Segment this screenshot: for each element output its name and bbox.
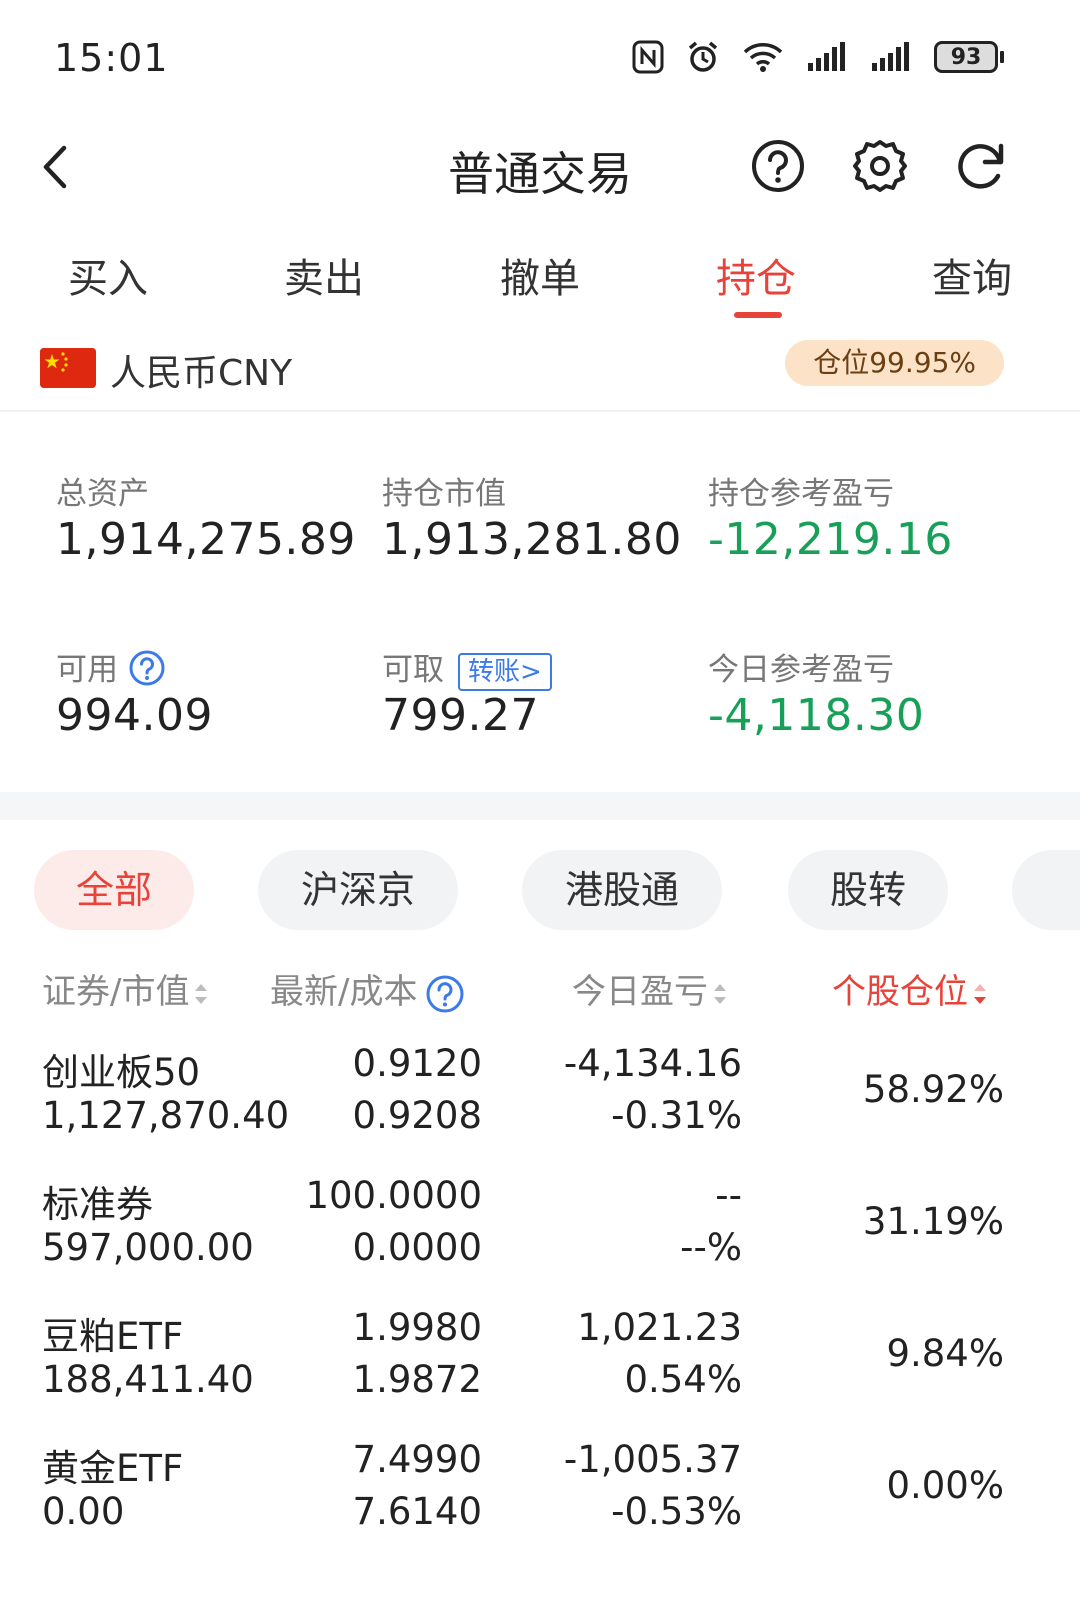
header-actions xyxy=(750,138,1010,198)
total-assets-label: 总资产 xyxy=(56,476,149,512)
withdrawable-value: 799.27 xyxy=(382,690,539,741)
security-name: 黄金ETF xyxy=(42,1447,184,1490)
signal-icon-1 xyxy=(808,42,845,71)
today-pl-percent: -0.53% xyxy=(611,1490,742,1533)
security-name: 豆粕ETF xyxy=(42,1315,184,1358)
position-badge: 仓位99.95% xyxy=(785,340,1004,386)
holding-pl-label: 持仓参考盈亏 xyxy=(708,476,894,512)
security-market-value: 0.00 xyxy=(42,1490,125,1533)
filter-more-partial[interactable] xyxy=(1012,850,1080,930)
help-button[interactable] xyxy=(750,138,806,198)
available-label-wrap: 可用 xyxy=(56,644,166,695)
refresh-icon xyxy=(958,143,1004,189)
question-icon xyxy=(752,140,804,192)
today-pl-amount: -4,134.16 xyxy=(563,1042,742,1085)
withdrawable-label-wrap: 可取 转账> xyxy=(382,644,552,691)
today-pl-amount: -1,005.37 xyxy=(563,1438,742,1481)
china-flag-icon xyxy=(40,348,96,388)
market-value-label: 持仓市值 xyxy=(382,476,506,512)
table-row[interactable]: 豆粕ETF 188,411.40 1.9980 1.9872 1,021.23 … xyxy=(0,1294,1080,1424)
latest-price: 0.9120 xyxy=(352,1042,482,1085)
today-pl-amount: 1,021.23 xyxy=(577,1306,742,1349)
latest-price: 1.9980 xyxy=(352,1306,482,1349)
question-circle-icon xyxy=(426,975,464,1012)
latest-price: 7.4990 xyxy=(352,1438,482,1481)
section-separator xyxy=(0,792,1080,820)
wifi-icon xyxy=(743,43,783,72)
divider xyxy=(0,410,1080,412)
today-pl-label: 今日参考盈亏 xyxy=(708,652,894,688)
table-row[interactable]: 黄金ETF 0.00 7.4990 7.6140 -1,005.37 -0.53… xyxy=(0,1426,1080,1556)
security-name: 标准券 xyxy=(42,1183,153,1226)
refresh-button[interactable] xyxy=(954,138,1010,198)
table-row[interactable]: 标准券 597,000.00 100.0000 0.0000 -- --% 31… xyxy=(0,1162,1080,1292)
today-pl-value: -4,118.30 xyxy=(708,690,925,741)
cost-price: 7.6140 xyxy=(352,1490,482,1533)
table-row[interactable]: 创业板50 1,127,870.40 0.9120 0.9208 -4,134.… xyxy=(0,1030,1080,1160)
available-value: 994.09 xyxy=(56,690,213,741)
alarm-icon xyxy=(688,41,718,72)
total-assets-value: 1,914,275.89 xyxy=(56,514,356,565)
security-name: 创业板50 xyxy=(42,1051,201,1094)
sort-icon xyxy=(195,983,208,1004)
position-weight: 31.19% xyxy=(862,1200,1004,1243)
filter-hk-connect[interactable]: 港股通 xyxy=(522,850,722,930)
filter-all[interactable]: 全部 xyxy=(34,850,194,930)
today-pl-percent: --% xyxy=(680,1226,742,1269)
tab-buy[interactable]: 买入 xyxy=(0,246,216,320)
latest-price: 100.0000 xyxy=(305,1174,482,1217)
col-today-pl[interactable]: 今日盈亏 xyxy=(572,964,728,1013)
currency-label[interactable]: 人民币CNY xyxy=(110,344,292,396)
sort-icon xyxy=(714,983,726,1004)
today-pl-amount: -- xyxy=(715,1174,742,1217)
today-pl-percent: -0.31% xyxy=(611,1094,742,1137)
status-icons: 93 xyxy=(632,40,1004,74)
gear-icon xyxy=(853,140,907,192)
today-pl-percent: 0.54% xyxy=(624,1358,742,1401)
col-weight-label: 个股仓位 xyxy=(832,972,968,1012)
withdrawable-label: 可取 xyxy=(382,652,444,688)
signal-icon-2 xyxy=(872,42,909,71)
settings-button[interactable] xyxy=(852,138,908,198)
tab-positions[interactable]: 持仓 xyxy=(648,246,864,320)
cost-price: 0.0000 xyxy=(352,1226,482,1269)
sort-desc-icon xyxy=(974,983,986,1004)
tab-query[interactable]: 查询 xyxy=(864,246,1080,320)
tab-sell[interactable]: 卖出 xyxy=(216,246,432,320)
position-weight: 58.92% xyxy=(862,1068,1004,1111)
position-weight: 9.84% xyxy=(886,1332,1004,1375)
col-latest-cost[interactable]: 最新/成本 xyxy=(270,964,465,1014)
available-label: 可用 xyxy=(56,652,118,688)
trade-tabs: 买入 卖出 撤单 持仓 查询 xyxy=(0,246,1080,320)
col-latest-cost-label: 最新/成本 xyxy=(270,972,418,1012)
transfer-button[interactable]: 转账> xyxy=(458,652,552,691)
tab-cancel[interactable]: 撤单 xyxy=(432,246,648,320)
col-weight[interactable]: 个股仓位 xyxy=(832,964,988,1013)
question-circle-icon xyxy=(129,650,165,685)
security-market-value: 1,127,870.40 xyxy=(42,1094,290,1137)
col-today-pl-label: 今日盈亏 xyxy=(572,972,708,1012)
nfc-icon xyxy=(632,40,664,74)
col-security[interactable]: 证券/市值 xyxy=(42,964,209,1013)
filter-nees[interactable]: 股转 xyxy=(788,850,948,930)
holding-pl-value: -12,219.16 xyxy=(708,514,953,565)
cost-price: 0.9208 xyxy=(352,1094,482,1137)
battery-level: 93 xyxy=(934,41,998,73)
cost-price: 1.9872 xyxy=(352,1358,482,1401)
market-value-value: 1,913,281.80 xyxy=(382,514,682,565)
battery-icon: 93 xyxy=(934,41,1004,73)
security-market-value: 597,000.00 xyxy=(42,1226,254,1269)
available-help-button[interactable] xyxy=(128,649,166,695)
status-time: 15:01 xyxy=(54,36,169,80)
position-weight: 0.00% xyxy=(886,1464,1004,1507)
col-security-label: 证券/市值 xyxy=(42,972,190,1012)
filter-shanghai-shenzhen-beijing[interactable]: 沪深京 xyxy=(258,850,458,930)
security-market-value: 188,411.40 xyxy=(42,1358,254,1401)
